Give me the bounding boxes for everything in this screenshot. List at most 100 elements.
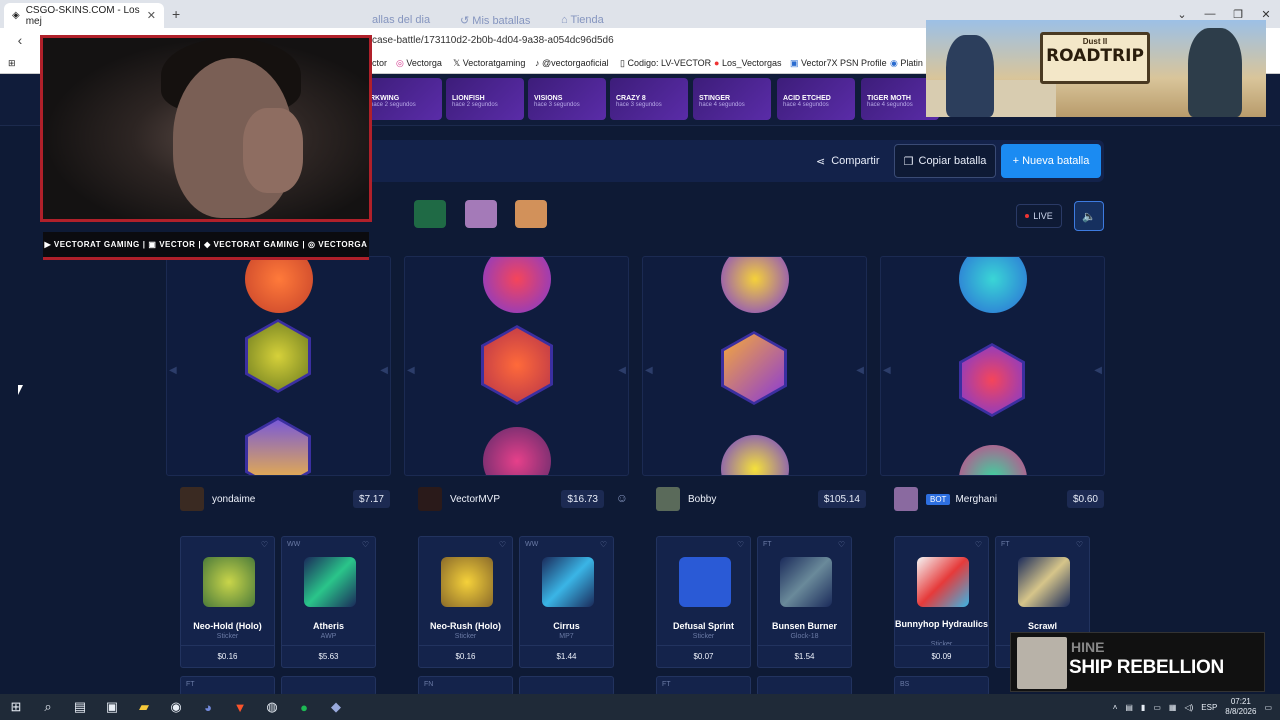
shop-link[interactable]: ⌂ Tienda bbox=[561, 14, 604, 26]
drop-card[interactable]: RKWING hace 2 segundos bbox=[364, 78, 442, 120]
item-image bbox=[203, 557, 255, 607]
bookmark-item[interactable]: ▯ Codigo: LV-VECTOR bbox=[620, 58, 711, 69]
task-view-icon[interactable]: ▤ bbox=[64, 694, 96, 720]
new-tab-icon[interactable]: + bbox=[172, 6, 180, 22]
discord-icon[interactable]: ◕ bbox=[192, 694, 224, 720]
youtube-icon: ▶ VECTORAT GAMING bbox=[44, 240, 140, 249]
drop-card[interactable]: ACID ETCHED hace 4 segundos bbox=[777, 78, 855, 120]
reel-player-2: ◀ ◀ bbox=[404, 256, 629, 476]
app-icon[interactable]: ◆ bbox=[320, 694, 352, 720]
player-name[interactable]: Merghani bbox=[955, 494, 997, 505]
streamer-socials-bar: ▶ VECTORAT GAMING | ▣ VECTOR | ◆ VECTORA… bbox=[43, 232, 369, 260]
item-card[interactable] bbox=[281, 676, 376, 696]
my-battles-link[interactable]: ↺ Mis batallas bbox=[460, 14, 530, 27]
app-tray-icon[interactable]: ▤ bbox=[1125, 703, 1133, 712]
url-field[interactable]: case-battle/173110d2-2b0b-4d04-9a38-a054… bbox=[372, 35, 614, 46]
item-card[interactable]: FT bbox=[180, 676, 275, 696]
close-tab-icon[interactable]: ✕ bbox=[147, 9, 156, 22]
apps-icon[interactable]: ⊞ bbox=[8, 58, 16, 69]
chevron-up-icon[interactable]: ˄ bbox=[1113, 703, 1118, 712]
emoji-icon[interactable]: ☺ bbox=[616, 491, 628, 505]
windows-start-icon[interactable]: ⊞ bbox=[0, 694, 32, 720]
drop-card[interactable]: STINGER hace 4 segundos bbox=[693, 78, 771, 120]
player-name[interactable]: Bobby bbox=[688, 494, 716, 505]
speaker-icon: 🔈 bbox=[1082, 210, 1096, 223]
volume-icon[interactable]: ◁) bbox=[1184, 703, 1193, 712]
item-card[interactable]: ♡ Neo-Rush (Holo) Sticker $0.16 bbox=[418, 536, 513, 668]
item-card[interactable]: FT bbox=[656, 676, 751, 696]
sticker-image bbox=[959, 257, 1027, 313]
reel-left-arrow-icon: ◀ bbox=[883, 365, 891, 376]
favorite-icon[interactable]: ♡ bbox=[1076, 540, 1083, 549]
sticker-image bbox=[959, 445, 1027, 475]
back-icon[interactable]: ‹ bbox=[0, 32, 40, 48]
browser-tab[interactable]: ◈ CSGO-SKINS.COM - Los mej ✕ bbox=[4, 3, 164, 28]
new-battle-button[interactable]: + Nueva batalla bbox=[1001, 144, 1101, 178]
app-icon[interactable]: ▣ bbox=[96, 694, 128, 720]
volume-button[interactable]: 🔈 bbox=[1074, 201, 1104, 231]
avatar[interactable] bbox=[180, 487, 204, 511]
favorite-icon[interactable]: ♡ bbox=[838, 540, 845, 549]
notification-icon[interactable]: ▭ bbox=[1264, 703, 1272, 712]
item-image bbox=[441, 557, 493, 607]
item-card[interactable]: FN bbox=[418, 676, 513, 696]
item-card[interactable] bbox=[757, 676, 852, 696]
avatar[interactable] bbox=[894, 487, 918, 511]
case-icon[interactable] bbox=[515, 200, 547, 228]
reel-right-arrow-icon: ◀ bbox=[856, 365, 864, 376]
bookmark-item[interactable]: ◎ Vectorga bbox=[396, 58, 442, 69]
folder-icon[interactable]: ▰ bbox=[128, 694, 160, 720]
brave-icon[interactable]: ▼ bbox=[224, 694, 256, 720]
bookmark-item[interactable]: 𝕏 Vectoratgaming bbox=[453, 58, 525, 69]
bot-badge: BOT bbox=[926, 493, 951, 505]
bookmark-item[interactable]: ▣ Vector7X PSN Profile bbox=[790, 58, 887, 69]
item-card[interactable]: WW ♡ Atheris AWP $5.63 bbox=[281, 536, 376, 668]
drop-card[interactable]: LIONFISH hace 2 segundos bbox=[446, 78, 524, 120]
language-indicator[interactable]: ESP bbox=[1201, 703, 1217, 712]
mic-icon[interactable]: ▮ bbox=[1141, 703, 1145, 712]
obs-icon[interactable]: ◍ bbox=[256, 694, 288, 720]
drop-card[interactable]: CRAZY 8 hace 3 segundos bbox=[610, 78, 688, 120]
favorite-icon[interactable]: ♡ bbox=[600, 540, 607, 549]
steam-icon[interactable]: ◉ bbox=[160, 694, 192, 720]
copy-battle-button[interactable]: ❐ Copiar batalla bbox=[894, 144, 996, 178]
player-name[interactable]: yondaime bbox=[212, 494, 255, 505]
item-card[interactable]: FT ♡ Bunsen Burner Glock-18 $1.54 bbox=[757, 536, 852, 668]
item-image bbox=[679, 557, 731, 607]
clock[interactable]: 07:21 8/8/2026 bbox=[1225, 697, 1256, 717]
player-header: yondaime $7.17 bbox=[180, 484, 390, 514]
item-card[interactable]: ♡ Bunnyhop Hydraulics Sticker $0.09 bbox=[894, 536, 989, 668]
item-card[interactable]: ♡ Neo-Hold (Holo) Sticker $0.16 bbox=[180, 536, 275, 668]
bookmark-item[interactable]: ◉ Platin bbox=[890, 58, 923, 69]
instagram-icon: ◎ VECTORGA bbox=[308, 240, 368, 249]
favorite-icon[interactable]: ♡ bbox=[737, 540, 744, 549]
item-card[interactable]: ♡ Defusal Sprint Sticker $0.07 bbox=[656, 536, 751, 668]
bookmark-item[interactable]: ● Los_Vectorgas bbox=[714, 58, 782, 68]
search-icon[interactable]: ⌕ bbox=[32, 694, 64, 720]
live-badge[interactable]: LIVE bbox=[1016, 204, 1062, 228]
item-card[interactable]: BS bbox=[894, 676, 989, 696]
player-name[interactable]: VectorMVP bbox=[450, 494, 500, 505]
player-total: $7.17 bbox=[352, 490, 390, 508]
bookmark-item[interactable]: ♪ @vectorgaoficial bbox=[535, 58, 609, 68]
favorite-icon[interactable]: ♡ bbox=[499, 540, 506, 549]
battery-icon[interactable]: ▭ bbox=[1153, 703, 1161, 712]
item-card[interactable] bbox=[519, 676, 614, 696]
network-icon[interactable]: ▦ bbox=[1169, 703, 1177, 712]
item-card[interactable]: WW ♡ Cirrus MP7 $1.44 bbox=[519, 536, 614, 668]
battles-of-day-link[interactable]: allas del dia bbox=[372, 14, 430, 26]
drop-card[interactable]: VISIONS hace 3 segundos bbox=[528, 78, 606, 120]
roadtrip-logo: Dust II ROADTRIP bbox=[1040, 32, 1150, 84]
case-icon[interactable] bbox=[465, 200, 497, 228]
instagram-icon: ◎ bbox=[396, 58, 404, 68]
favorite-icon[interactable]: ♡ bbox=[975, 540, 982, 549]
item-image bbox=[917, 557, 969, 607]
avatar[interactable] bbox=[656, 487, 680, 511]
case-icon[interactable] bbox=[414, 200, 446, 228]
spotify-icon[interactable]: ● bbox=[288, 694, 320, 720]
avatar[interactable] bbox=[418, 487, 442, 511]
share-button[interactable]: ⋖ Compartir bbox=[816, 144, 880, 178]
favorite-icon[interactable]: ♡ bbox=[261, 540, 268, 549]
favorite-icon[interactable]: ♡ bbox=[362, 540, 369, 549]
bookmark-item[interactable]: ctor bbox=[372, 58, 387, 68]
